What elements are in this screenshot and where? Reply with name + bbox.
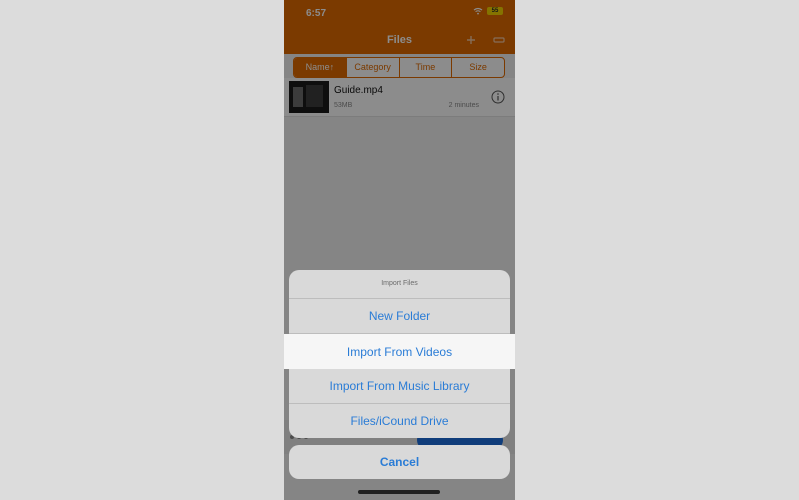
- import-from-music-library-button[interactable]: Import From Music Library: [289, 369, 510, 404]
- import-from-videos-button[interactable]: Import From Videos: [284, 334, 515, 369]
- phone-screen: 6:57 55 Files Name↑ Category Time Size G…: [284, 0, 515, 500]
- action-sheet-title: Import Files: [289, 270, 510, 299]
- cancel-button[interactable]: Cancel: [289, 445, 510, 479]
- files-icloud-drive-button[interactable]: Files/iCound Drive: [289, 404, 510, 438]
- home-indicator: [358, 490, 440, 494]
- new-folder-button[interactable]: New Folder: [289, 299, 510, 334]
